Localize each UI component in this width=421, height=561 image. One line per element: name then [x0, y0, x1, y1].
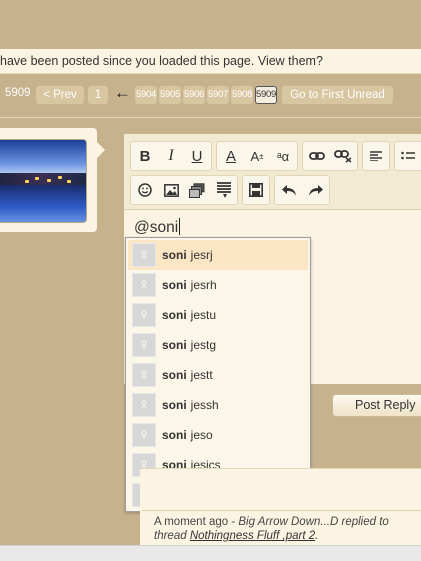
- default-avatar-icon: ♀: [132, 393, 156, 417]
- message-input[interactable]: @soni: [134, 218, 181, 237]
- redo-icon[interactable]: [302, 176, 328, 204]
- text-color-icon[interactable]: A: [218, 142, 244, 170]
- new-posts-notice[interactable]: have been posted since you loaded this p…: [0, 49, 421, 74]
- text-style-group: A A ± ᵃα: [216, 141, 298, 171]
- font-family-icon[interactable]: ᵃα: [270, 142, 296, 170]
- page-link[interactable]: 5907: [207, 86, 229, 104]
- page-link[interactable]: 5904: [135, 86, 157, 104]
- bullet-list-icon[interactable]: [395, 142, 421, 170]
- page-current: 5909: [255, 86, 277, 104]
- message-text: @soni: [134, 219, 179, 236]
- mention-suggestion[interactable]: ♀ soni jesrh: [128, 270, 308, 300]
- mention-suggestion[interactable]: ♀ soni jestu: [128, 300, 308, 330]
- bold-icon[interactable]: B: [132, 142, 158, 170]
- image-icon[interactable]: [158, 176, 184, 204]
- default-avatar-icon: ♀: [132, 363, 156, 387]
- mention-suggestion[interactable]: ♀ soni jeso: [128, 420, 308, 450]
- insert-group: [130, 175, 238, 205]
- align-left-icon[interactable]: [363, 142, 389, 170]
- history-group: [274, 175, 330, 205]
- list-group: [394, 141, 421, 171]
- smiley-icon[interactable]: [132, 176, 158, 204]
- format-group: B I U: [130, 141, 212, 171]
- mention-suggestion[interactable]: ♀ soni jessh: [128, 390, 308, 420]
- unlink-icon[interactable]: [330, 142, 356, 170]
- font-size-icon[interactable]: A ±: [244, 142, 270, 170]
- user-avatar-card: [0, 128, 105, 232]
- divider: [0, 117, 421, 118]
- default-avatar-icon: ♀: [132, 423, 156, 447]
- underline-icon[interactable]: U: [184, 142, 210, 170]
- page-current-label: 5909: [5, 87, 31, 99]
- prev-page-button[interactable]: < Prev: [36, 86, 84, 104]
- media-icon[interactable]: [184, 176, 210, 204]
- activity-actor[interactable]: Big Arrow Down...D replied to: [238, 516, 388, 528]
- mention-suggestion[interactable]: ♀ soni jesrj: [128, 240, 308, 270]
- pagination: 5909 < Prev 1 ← 5904 5905 5906 5907 5908…: [0, 83, 421, 106]
- thread-link[interactable]: Nothingness Fluff ,part 2: [190, 530, 315, 542]
- go-first-unread-button[interactable]: Go to First Unread: [282, 86, 393, 104]
- default-avatar-icon: ♀: [132, 333, 156, 357]
- editor-toolbar: B I U A A ± ᵃα: [124, 134, 421, 210]
- default-avatar-icon: ♀: [132, 273, 156, 297]
- new-posts-notice-text[interactable]: have been posted since you loaded this p…: [0, 54, 323, 68]
- post-reply-button[interactable]: Post Reply: [332, 394, 421, 417]
- recent-activity-item: A moment ago - Big Arrow Down...D replie…: [142, 510, 421, 547]
- avatar[interactable]: [0, 140, 86, 222]
- undo-icon[interactable]: [276, 176, 302, 204]
- page-link[interactable]: 5906: [183, 86, 205, 104]
- page-link[interactable]: 5905: [159, 86, 181, 104]
- default-avatar-icon: ♀: [132, 243, 156, 267]
- link-group: [302, 141, 358, 171]
- skip-back-icon: ←: [114, 83, 131, 102]
- quote-icon[interactable]: [211, 176, 237, 204]
- default-avatar-icon: ♀: [132, 303, 156, 327]
- link-icon[interactable]: [304, 142, 330, 170]
- mention-suggestion[interactable]: ♀ soni jestt: [128, 360, 308, 390]
- italic-icon[interactable]: I: [158, 142, 184, 170]
- bottom-bar: [0, 545, 421, 561]
- save-draft-icon[interactable]: [243, 176, 269, 204]
- page-1-link[interactable]: 1: [88, 86, 108, 104]
- page-link[interactable]: 5908: [231, 86, 253, 104]
- text-caret: [179, 218, 181, 235]
- align-group: [362, 141, 390, 171]
- save-group: [242, 175, 270, 205]
- mention-suggestion[interactable]: ♀ soni jestg: [128, 330, 308, 360]
